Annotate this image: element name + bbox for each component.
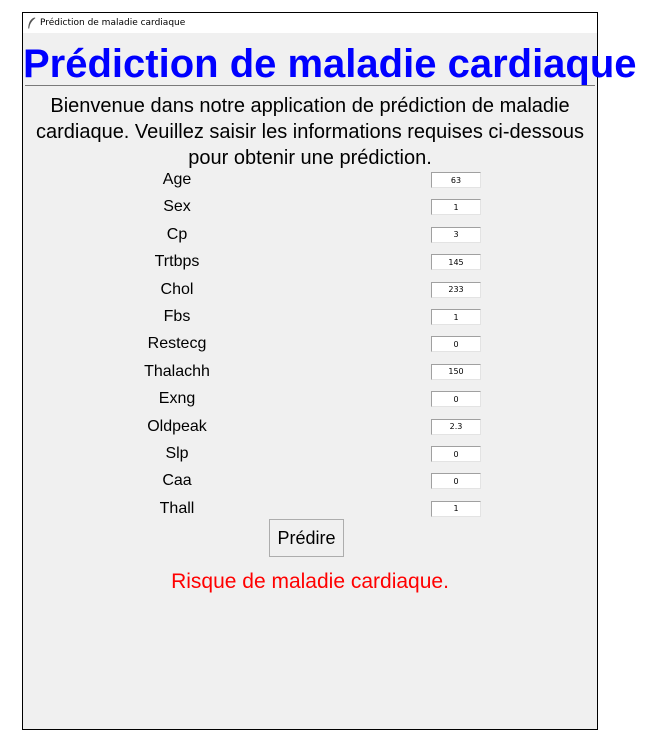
field-label-exng: Exng: [158, 390, 196, 408]
title-divider: [25, 85, 595, 86]
intro-line: pour obtenir une prédiction.: [188, 147, 432, 169]
field-label-cp: Cp: [166, 225, 188, 243]
field-input-fbs[interactable]: [431, 309, 481, 325]
field-input-thall[interactable]: [431, 500, 481, 517]
field-label-slp: Slp: [165, 445, 189, 462]
window-title: Prédiction de maladie cardiaque: [40, 18, 186, 28]
predict-button[interactable]: Prédire: [269, 519, 344, 557]
field-input-thalachh[interactable]: [431, 363, 481, 380]
field-label-oldpeak: Oldpeak: [147, 417, 207, 435]
field-input-trtbps[interactable]: [431, 254, 481, 271]
title-bar: Prédiction de maladie cardiaque: [23, 13, 597, 33]
intro-line: Bienvenue dans notre application de préd…: [50, 95, 570, 117]
field-label-restecg: Restecg: [147, 335, 207, 353]
field-label-trtbps: Trtbps: [154, 253, 200, 271]
field-input-exng[interactable]: [431, 391, 481, 408]
field-label-sex: Sex: [163, 198, 191, 216]
feather-icon: [28, 17, 36, 29]
field-label-chol: Chol: [160, 280, 194, 298]
field-input-slp[interactable]: [431, 446, 481, 462]
prediction-result: Risque de maladie cardiaque.: [171, 570, 449, 593]
field-input-sex[interactable]: [431, 199, 481, 216]
field-label-thall: Thall: [159, 499, 195, 517]
field-input-cp[interactable]: [431, 226, 481, 243]
field-label-fbs: Fbs: [163, 308, 191, 325]
app-window: Prédiction de maladie cardiaque Prédicti…: [22, 12, 637, 730]
field-label-thalachh: Thalachh: [144, 362, 210, 380]
field-input-chol[interactable]: [431, 281, 481, 298]
field-input-caa[interactable]: [431, 473, 481, 490]
intro-text: Bienvenue dans notre application de préd…: [23, 93, 597, 171]
field-input-restecg[interactable]: [431, 336, 481, 353]
field-label-caa: Caa: [162, 472, 192, 490]
field-input-age[interactable]: [431, 172, 481, 188]
intro-line: cardiaque. Veuillez saisir les informati…: [35, 121, 585, 143]
page-title: Prédiction de maladie cardiaque: [23, 42, 637, 86]
field-input-oldpeak[interactable]: [431, 418, 481, 435]
field-label-age: Age: [162, 171, 192, 188]
